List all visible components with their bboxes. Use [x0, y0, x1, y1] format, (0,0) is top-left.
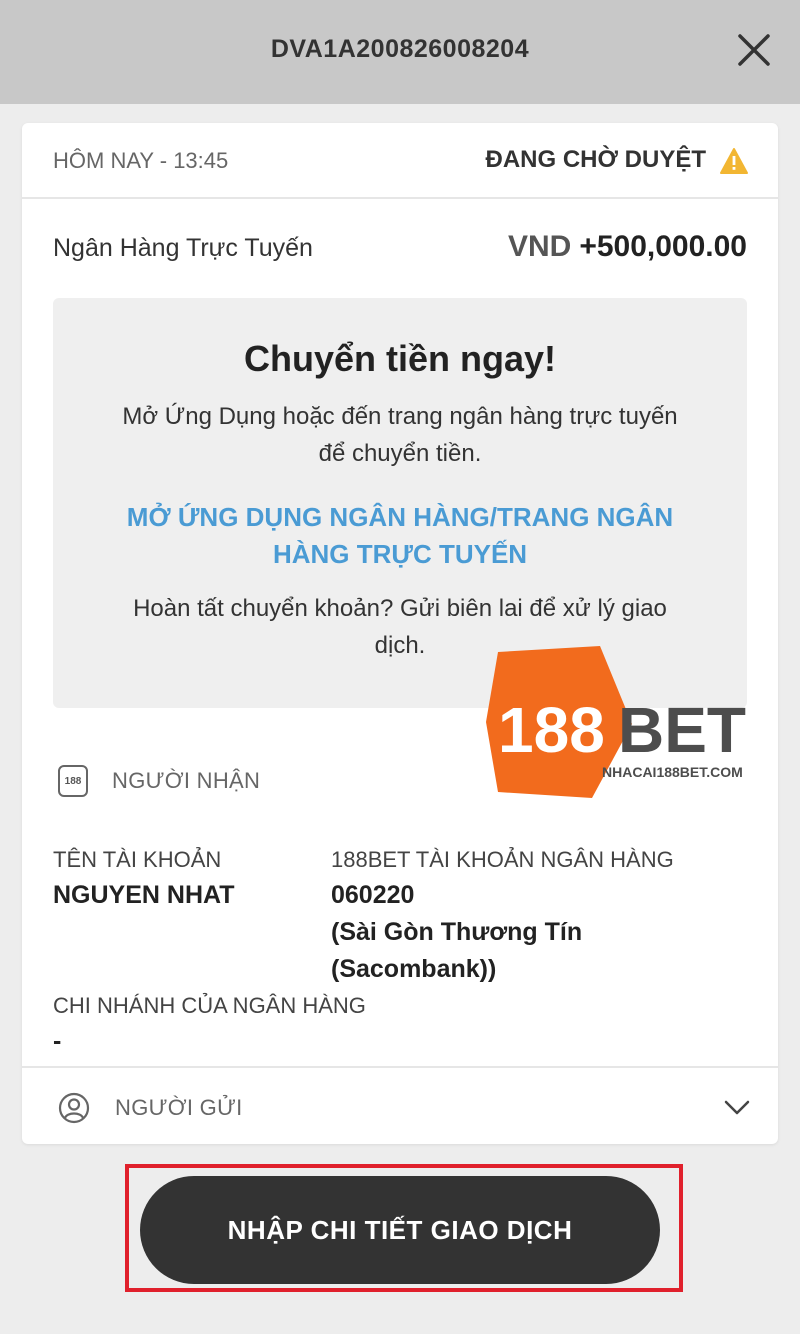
sender-section-toggle[interactable]: NGƯỜI GỬI	[22, 1066, 778, 1144]
transaction-card: HÔM NAY - 13:45 ĐANG CHỜ DUYỆT Ngân Hàng…	[22, 123, 778, 1144]
account-name-value: NGUYEN NHAT	[53, 881, 235, 909]
account-name-label: TÊN TÀI KHOẢN	[53, 847, 222, 872]
top-bar: DVA1A200826008204	[0, 0, 800, 104]
transaction-amount: VND +500,000.00	[508, 230, 747, 264]
note-line: Hoàn tất chuyển khoản? Gửi biên lai để x…	[133, 595, 667, 622]
account-number: 060220	[331, 881, 415, 909]
status-row: HÔM NAY - 13:45 ĐANG CHỜ DUYỆT	[22, 123, 778, 199]
user-icon	[58, 1092, 90, 1124]
recipient-label: NGƯỜI NHẬN	[112, 768, 261, 793]
button-label: NHẬP CHI TIẾT GIAO DỊCH	[227, 1214, 573, 1245]
instructions-title: Chuyển tiền ngay!	[243, 338, 557, 379]
transaction-date: HÔM NAY - 13:45	[53, 148, 229, 173]
bank-icon: 188	[58, 765, 88, 797]
amount-value: +500,000.00	[579, 230, 747, 263]
recipient-header: 188 NGƯỜI NHẬN	[58, 763, 260, 799]
link-line[interactable]: HÀNG TRỰC TUYẾN	[73, 536, 727, 573]
branch-label: CHI NHÁNH CỦA NGÂN HÀNG	[53, 993, 366, 1018]
bank-name: (Sacombank))	[331, 955, 497, 983]
logo-site: NHACAI188BET.COM	[602, 764, 743, 780]
chevron-down-icon[interactable]	[722, 1092, 752, 1122]
bank-account-details: 060220 (Sài Gòn Thương Tín (Sacombank))	[331, 877, 582, 988]
branch-value: -	[53, 1027, 62, 1055]
payment-method: Ngân Hàng Trực Tuyến	[53, 234, 313, 262]
instructions-line: để chuyển tiền.	[318, 440, 482, 467]
warning-icon	[720, 148, 748, 174]
bank-account-label: 188BET TÀI KHOẢN NGÂN HÀNG	[331, 847, 674, 872]
sender-label: NGƯỜI GỬI	[115, 1095, 243, 1120]
instructions-line: Mở Ứng Dụng hoặc đến trang ngân hàng trự…	[122, 403, 678, 430]
logo-number: 188	[498, 694, 605, 766]
close-icon[interactable]	[734, 30, 774, 70]
status-label: ĐANG CHỜ DUYỆT	[485, 146, 706, 173]
instructions-text: Mở Ứng Dụng hoặc đến trang ngân hàng trự…	[73, 398, 727, 472]
link-line[interactable]: MỞ ỨNG DỤNG NGÂN HÀNG/TRANG NGÂN	[73, 499, 727, 536]
open-bank-app-link[interactable]: MỞ ỨNG DỤNG NGÂN HÀNG/TRANG NGÂN HÀNG TR…	[73, 499, 727, 573]
enter-transaction-details-button[interactable]: NHẬP CHI TIẾT GIAO DỊCH	[140, 1176, 660, 1284]
currency-code: VND	[507, 230, 572, 263]
logo-word: BET	[618, 694, 746, 766]
bank-name: (Sài Gòn Thương Tín	[331, 918, 583, 946]
transaction-id-title: DVA1A200826008204	[270, 34, 530, 63]
188bet-watermark-logo: 188 BET NHACAI188BET.COM	[486, 646, 746, 798]
